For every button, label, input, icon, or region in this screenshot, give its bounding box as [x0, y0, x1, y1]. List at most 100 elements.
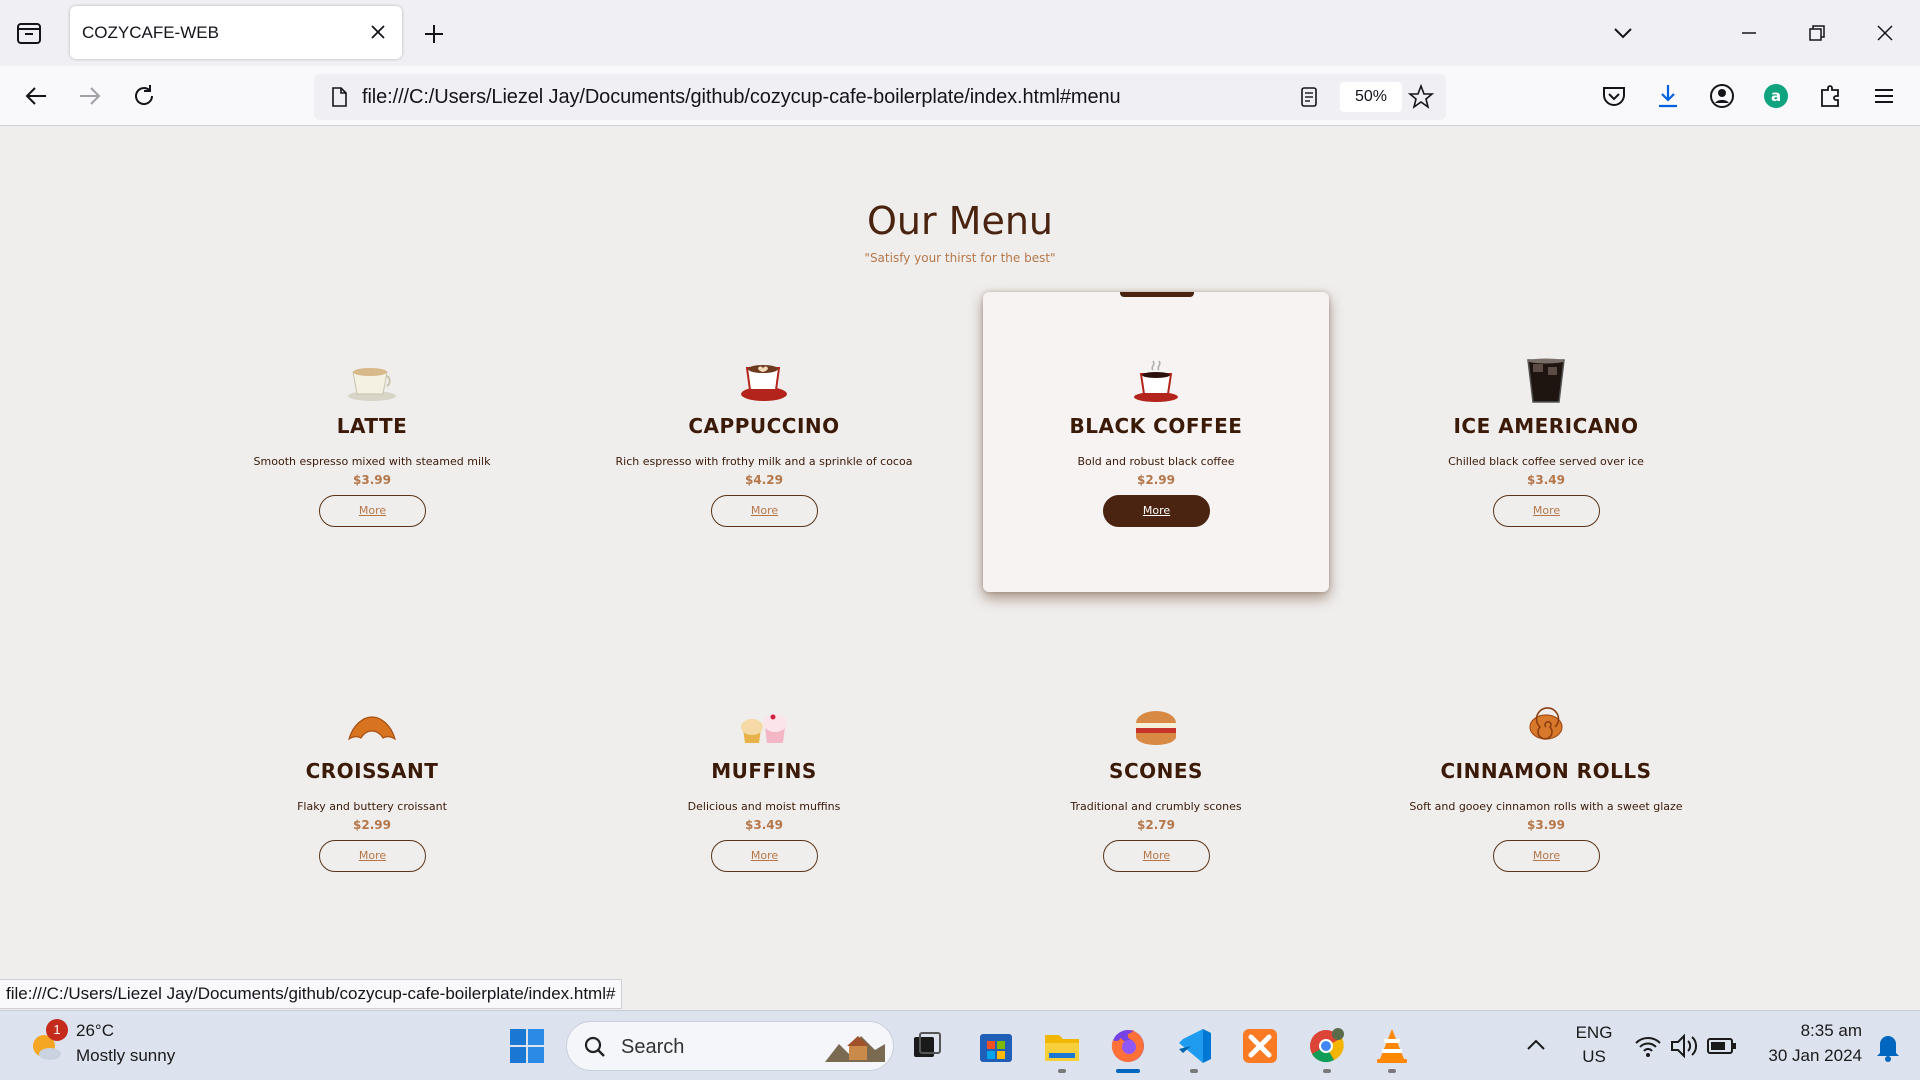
- clock-time[interactable]: 8:35 am: [1742, 1021, 1862, 1041]
- browser-tab[interactable]: COZYCAFE-WEB: [70, 6, 402, 59]
- battery-icon[interactable]: [1704, 1025, 1740, 1067]
- link-status-bar: file:///C:/Users/Liezel Jay/Documents/gi…: [0, 979, 623, 1009]
- more-button[interactable]: More: [711, 495, 818, 527]
- new-tab-icon[interactable]: [420, 20, 448, 48]
- reader-view-icon[interactable]: [1298, 86, 1320, 108]
- language-bottom[interactable]: US: [1570, 1047, 1618, 1067]
- firefox-icon[interactable]: [1107, 1025, 1149, 1067]
- muffin-icon: [741, 714, 787, 743]
- file-explorer-icon[interactable]: [1041, 1025, 1083, 1067]
- reload-icon[interactable]: [128, 80, 160, 112]
- menu-subtitle: "Satisfy your thirst for the best": [864, 251, 1056, 265]
- back-arrow-icon[interactable]: [20, 80, 52, 112]
- cappuccino-icon: [741, 365, 787, 401]
- chevron-down-icon[interactable]: [1608, 18, 1638, 48]
- item-description: Soft and gooey cinnamon rolls with a swe…: [1409, 800, 1683, 813]
- notification-bell-icon[interactable]: [1868, 1025, 1908, 1067]
- close-icon[interactable]: [368, 22, 388, 42]
- bookmark-star-icon[interactable]: [1408, 84, 1434, 110]
- microsoft-store-icon[interactable]: [975, 1025, 1017, 1067]
- volume-icon[interactable]: [1666, 1025, 1702, 1067]
- item-name: CAPPUCCINO: [688, 414, 840, 438]
- menu-card-croissant[interactable]: CROISSANT Flaky and buttery croissant $2…: [199, 637, 545, 937]
- iced-coffee-icon: [1527, 358, 1565, 403]
- item-price: $3.99: [353, 473, 391, 487]
- restore-icon[interactable]: [1802, 18, 1832, 48]
- vlc-running-indicator: [1388, 1069, 1396, 1073]
- task-view-icon[interactable]: [906, 1025, 948, 1067]
- more-button[interactable]: More: [1493, 495, 1600, 527]
- clock-date[interactable]: 30 Jan 2024: [1742, 1046, 1862, 1066]
- item-name: ICE AMERICANO: [1453, 414, 1639, 438]
- windows-start-icon[interactable]: [506, 1025, 548, 1067]
- item-description: Flaky and buttery croissant: [297, 800, 447, 813]
- weather-description[interactable]: Mostly sunny: [76, 1046, 175, 1066]
- menu-card-black-coffee[interactable]: BLACK COFFEE Bold and robust black coffe…: [983, 292, 1329, 592]
- windows-taskbar: 1 26°C Mostly sunny Search ENG US 8:35 a…: [0, 1010, 1920, 1080]
- hamburger-menu-icon[interactable]: [1868, 80, 1900, 112]
- taskbar-search-box[interactable]: Search: [566, 1021, 894, 1071]
- menu-section: Our Menu "Satisfy your thirst for the be…: [0, 127, 1920, 1009]
- search-icon: [584, 1036, 605, 1057]
- croissant-icon: [348, 716, 396, 741]
- explorer-running-indicator: [1058, 1069, 1066, 1073]
- menu-card-scones[interactable]: SCONES Traditional and crumbly scones $2…: [983, 637, 1329, 937]
- item-name: LATTE: [336, 414, 408, 438]
- black-coffee-icon: [1134, 360, 1178, 402]
- vscode-icon[interactable]: [1173, 1025, 1215, 1067]
- more-button[interactable]: More: [1103, 495, 1210, 527]
- language-top[interactable]: ENG: [1570, 1023, 1618, 1043]
- firefox-active-indicator: [1116, 1069, 1140, 1073]
- item-name: CINNAMON ROLLS: [1440, 759, 1652, 783]
- more-button[interactable]: More: [711, 840, 818, 872]
- search-highlight-icon: [825, 1036, 885, 1062]
- menu-card-muffins[interactable]: MUFFINS Delicious and moist muffins $3.4…: [591, 637, 937, 937]
- menu-card-cappuccino[interactable]: CAPPUCCINO Rich espresso with frothy mil…: [591, 292, 937, 592]
- extensions-puzzle-icon[interactable]: [1814, 80, 1846, 112]
- vscode-running-indicator: [1190, 1069, 1198, 1073]
- account-icon[interactable]: [1706, 80, 1738, 112]
- chrome-icon[interactable]: [1305, 1025, 1347, 1067]
- more-button[interactable]: More: [1493, 840, 1600, 872]
- vlc-icon[interactable]: [1371, 1025, 1413, 1067]
- item-price: $2.99: [1137, 473, 1175, 487]
- window-close-icon[interactable]: [1870, 18, 1900, 48]
- item-description: Smooth espresso mixed with steamed milk: [253, 455, 491, 468]
- search-label: Search: [621, 1036, 685, 1058]
- minimize-icon[interactable]: [1734, 18, 1764, 48]
- download-icon[interactable]: [1652, 80, 1684, 112]
- item-description: Traditional and crumbly scones: [1070, 800, 1242, 813]
- menu-card-cinnamon-rolls[interactable]: CINNAMON ROLLS Soft and gooey cinnamon r…: [1373, 637, 1719, 937]
- item-description: Rich espresso with frothy milk and a spr…: [615, 455, 913, 468]
- forward-arrow-icon[interactable]: [74, 80, 106, 112]
- item-price: $3.49: [1527, 473, 1565, 487]
- menu-card-ice-americano[interactable]: ICE AMERICANO Chilled black coffee serve…: [1373, 292, 1719, 592]
- navigation-toolbar: file:///C:/Users/Liezel Jay/Documents/gi…: [0, 66, 1920, 126]
- item-name: SCONES: [1109, 759, 1203, 783]
- more-button[interactable]: More: [319, 495, 426, 527]
- tab-overview-icon[interactable]: [14, 19, 46, 47]
- scone-icon: [1136, 711, 1176, 745]
- item-price: $4.29: [745, 473, 783, 487]
- extension-a-icon[interactable]: a: [1760, 80, 1792, 112]
- item-description: Chilled black coffee served over ice: [1448, 455, 1644, 468]
- weather-temperature[interactable]: 26°C: [76, 1021, 114, 1041]
- more-button[interactable]: More: [1103, 840, 1210, 872]
- address-bar[interactable]: file:///C:/Users/Liezel Jay/Documents/gi…: [314, 74, 1446, 120]
- tab-title: COZYCAFE-WEB: [82, 23, 219, 42]
- item-name: BLACK COFFEE: [1069, 414, 1243, 438]
- menu-card-latte[interactable]: LATTE Smooth espresso mixed with steamed…: [199, 292, 545, 592]
- item-description: Bold and robust black coffee: [1077, 455, 1235, 468]
- chevron-up-icon[interactable]: [1516, 1025, 1556, 1067]
- weather-notification-badge: 1: [46, 1019, 68, 1041]
- xampp-icon[interactable]: [1239, 1025, 1281, 1067]
- chrome-running-indicator: [1323, 1069, 1331, 1073]
- wifi-icon[interactable]: [1630, 1025, 1666, 1067]
- more-button[interactable]: More: [319, 840, 426, 872]
- zoom-level[interactable]: 50%: [1340, 82, 1402, 112]
- item-description: Delicious and moist muffins: [687, 800, 841, 813]
- tab-bar: COZYCAFE-WEB: [0, 0, 1920, 66]
- item-price: $2.99: [353, 818, 391, 832]
- pocket-icon[interactable]: [1598, 80, 1630, 112]
- url-text[interactable]: file:///C:/Users/Liezel Jay/Documents/gi…: [362, 86, 1121, 109]
